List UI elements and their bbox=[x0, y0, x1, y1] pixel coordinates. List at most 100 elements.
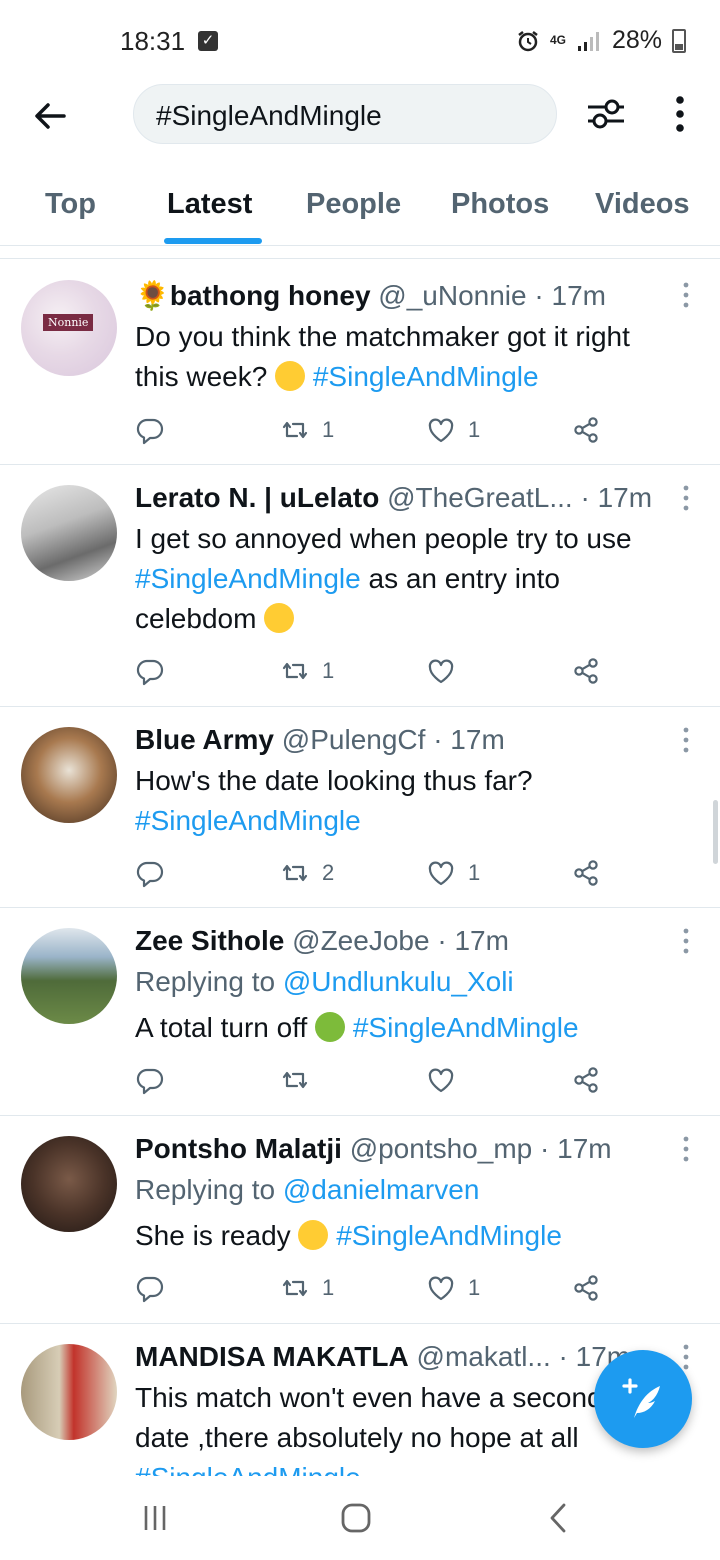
tweet-actions: 2 1 bbox=[135, 853, 615, 893]
avatar[interactable] bbox=[21, 727, 117, 823]
tweet-author-handle[interactable]: @PulengCf bbox=[282, 724, 426, 755]
hashtag-link[interactable]: #SingleAndMingle bbox=[135, 805, 361, 836]
separator-dot: · bbox=[540, 1133, 550, 1164]
share-button[interactable] bbox=[571, 1060, 601, 1100]
retweet-button[interactable]: 2 bbox=[280, 853, 334, 893]
battery-icon bbox=[672, 28, 686, 53]
tweet-text-line: celebdom bbox=[135, 603, 257, 634]
avatar[interactable] bbox=[21, 1136, 117, 1232]
avatar[interactable]: Nonnie bbox=[21, 280, 117, 376]
tweet-text-line: date ,there absolutely no hope at all bbox=[135, 1422, 579, 1453]
tweet-author-handle[interactable]: @ZeeJobe bbox=[292, 925, 429, 956]
retweet-count: 2 bbox=[322, 860, 335, 885]
reply-button[interactable] bbox=[135, 1060, 165, 1100]
tweet-more-icon[interactable] bbox=[678, 727, 694, 753]
search-tabs: Top Latest People Photos Videos bbox=[0, 170, 720, 246]
vertical-dots-icon[interactable] bbox=[664, 94, 696, 134]
tweet-more-icon[interactable] bbox=[678, 928, 694, 954]
tweet-more-icon[interactable] bbox=[678, 282, 694, 308]
reply-button[interactable] bbox=[135, 853, 165, 893]
alarm-icon bbox=[518, 30, 538, 51]
smile-emoji-icon bbox=[275, 361, 306, 391]
like-button[interactable]: 1 bbox=[426, 853, 480, 893]
like-button[interactable] bbox=[426, 651, 468, 691]
tweet-author-name[interactable]: Blue Army bbox=[135, 724, 274, 755]
hashtag-link[interactable]: #SingleAndMingle bbox=[313, 361, 539, 392]
retweet-icon bbox=[280, 1065, 310, 1095]
replying-label: Replying to bbox=[135, 1174, 276, 1205]
share-button[interactable] bbox=[571, 410, 601, 450]
retweet-button[interactable]: 1 bbox=[280, 410, 334, 450]
hashtag-link[interactable]: #SingleAndMingle bbox=[336, 1220, 562, 1251]
tweet-text: Do you think the matchmaker got it right… bbox=[135, 317, 690, 397]
tweet-more-icon[interactable] bbox=[678, 485, 694, 511]
retweet-button[interactable]: 1 bbox=[280, 1268, 334, 1308]
tweet-item[interactable]: Nonnie 🌻bathong honey @_uNonnie · 17m Do… bbox=[0, 262, 720, 465]
share-button[interactable] bbox=[571, 1268, 601, 1308]
tweet-item[interactable]: Blue Army @PulengCf · 17m How's the date… bbox=[0, 707, 720, 908]
recent-apps-icon[interactable] bbox=[140, 1504, 170, 1532]
retweet-count: 1 bbox=[322, 658, 335, 683]
hashtag-link[interactable]: #SingleAndMingle bbox=[353, 1012, 579, 1043]
tab-photos[interactable]: Photos bbox=[451, 188, 549, 221]
tweet-item[interactable]: Lerato N. | uLelato @TheGreatL... · 17m … bbox=[0, 465, 720, 707]
share-button[interactable] bbox=[571, 853, 601, 893]
compose-tweet-button[interactable] bbox=[594, 1350, 692, 1448]
scrollbar[interactable] bbox=[713, 800, 718, 864]
retweet-button[interactable]: 1 bbox=[280, 651, 334, 691]
tweet-author-handle[interactable]: @pontsho_mp bbox=[350, 1133, 533, 1164]
share-icon bbox=[571, 656, 601, 686]
avatar[interactable] bbox=[21, 928, 117, 1024]
heart-icon bbox=[426, 415, 456, 445]
frown-emoji-icon bbox=[264, 603, 295, 633]
like-button[interactable]: 1 bbox=[426, 1268, 480, 1308]
tweet-author-name[interactable]: Pontsho Malatji bbox=[135, 1133, 342, 1164]
tweet-actions: 1 1 bbox=[135, 1268, 615, 1308]
tweet-text-line: Do you think the matchmaker got it right bbox=[135, 321, 630, 352]
reply-button[interactable] bbox=[135, 410, 165, 450]
retweet-count: 1 bbox=[322, 1275, 335, 1300]
share-icon bbox=[571, 1065, 601, 1095]
tab-videos[interactable]: Videos bbox=[595, 188, 690, 221]
like-button[interactable]: 1 bbox=[426, 410, 480, 450]
tweet-time: 17m bbox=[551, 280, 606, 311]
tweet-author-name[interactable]: MANDISA MAKATLA bbox=[135, 1341, 409, 1372]
tweet-time: 17m bbox=[454, 925, 509, 956]
tweet-header: Zee Sithole @ZeeJobe · 17m bbox=[135, 922, 670, 960]
home-icon[interactable] bbox=[340, 1502, 372, 1534]
tweet-more-icon[interactable] bbox=[678, 1344, 694, 1370]
tweet-author-handle[interactable]: @TheGreatL... bbox=[387, 482, 573, 513]
hashtag-link[interactable]: #SingleAndMingle bbox=[135, 1462, 361, 1476]
tweet-actions: 1 1 bbox=[135, 410, 615, 450]
tweet-author-name[interactable]: 🌻bathong honey bbox=[135, 280, 371, 311]
tweet-author-handle[interactable]: @makatl... bbox=[417, 1341, 551, 1372]
tweet-more-icon[interactable] bbox=[678, 1136, 694, 1162]
tweet-author-name[interactable]: Lerato N. | uLelato bbox=[135, 482, 379, 513]
back-icon[interactable] bbox=[546, 1502, 570, 1534]
mention-link[interactable]: @danielmarven bbox=[283, 1174, 480, 1205]
active-tab-indicator bbox=[164, 238, 262, 244]
avatar[interactable] bbox=[21, 485, 117, 581]
tweet-author-handle[interactable]: @_uNonnie bbox=[378, 280, 526, 311]
search-input[interactable]: #SingleAndMingle bbox=[133, 84, 557, 144]
tweet-item[interactable]: Pontsho Malatji @pontsho_mp · 17m Replyi… bbox=[0, 1116, 720, 1324]
share-button[interactable] bbox=[571, 651, 601, 691]
reply-button[interactable] bbox=[135, 651, 165, 691]
retweet-button[interactable] bbox=[280, 1060, 322, 1100]
status-indicators: 4G 28% bbox=[516, 26, 686, 55]
tab-latest[interactable]: Latest bbox=[167, 188, 252, 221]
network-label: 4G bbox=[549, 33, 566, 47]
like-button[interactable] bbox=[426, 1060, 468, 1100]
avatar[interactable] bbox=[21, 1344, 117, 1440]
tab-top[interactable]: Top bbox=[45, 188, 96, 221]
tweet-item[interactable]: Zee Sithole @ZeeJobe · 17m Replying to @… bbox=[0, 908, 720, 1116]
tab-people[interactable]: People bbox=[306, 188, 401, 221]
reply-button[interactable] bbox=[135, 1268, 165, 1308]
tweet-author-name[interactable]: Zee Sithole bbox=[135, 925, 284, 956]
back-arrow-icon[interactable] bbox=[30, 96, 70, 136]
hashtag-link[interactable]: #SingleAndMingle bbox=[135, 563, 361, 594]
sliders-icon[interactable] bbox=[584, 94, 628, 134]
like-count: 1 bbox=[468, 860, 481, 885]
mention-link[interactable]: @Undlunkulu_Xoli bbox=[283, 966, 514, 997]
tweet-header: Blue Army @PulengCf · 17m bbox=[135, 721, 670, 759]
